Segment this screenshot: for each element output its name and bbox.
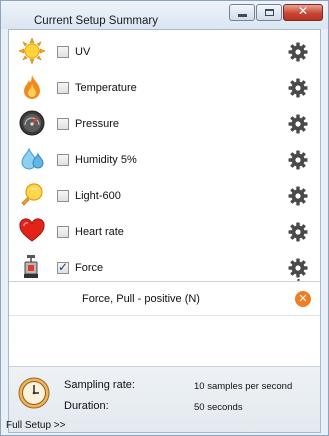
channel-label: Force, Pull - positive (N) [82, 293, 200, 305]
minimize-icon [238, 14, 247, 17]
gear-icon[interactable] [288, 186, 308, 206]
maximize-button[interactable] [256, 4, 282, 21]
light-label: Light-600 [75, 190, 121, 202]
force-label: Force [75, 262, 104, 274]
water-drops-icon [21, 147, 44, 170]
light-bulb-icon [21, 183, 43, 206]
remove-channel-button[interactable]: ✕ [295, 291, 311, 307]
force-sensor-icon [24, 255, 38, 278]
channel-row[interactable]: Force, Pull - positive (N) ✕ [9, 282, 320, 316]
clock-icon[interactable] [18, 377, 50, 409]
force-checkbox[interactable] [57, 260, 69, 274]
sampling-rate-value: 10 samples per second [194, 381, 293, 392]
gauge-icon [19, 110, 45, 136]
sensor-row-pressure: Pressure [9, 106, 320, 142]
temperature-label: Temperature [75, 82, 137, 94]
heart-rate-label: Heart rate [75, 226, 124, 238]
sensor-row-temperature: Temperature [9, 70, 320, 106]
sensor-row-humidity: Humidity 5% [9, 142, 320, 178]
flame-icon [24, 75, 40, 99]
setup-summary-window: Current Setup Summary ✕ UV Temperature P… [0, 0, 329, 436]
pressure-checkbox[interactable] [57, 118, 69, 130]
gear-icon[interactable] [288, 114, 308, 134]
gear-icon[interactable] [288, 150, 308, 170]
close-icon: ✕ [297, 4, 309, 18]
channel-list: Force, Pull - positive (N) ✕ [9, 281, 320, 367]
uv-checkbox[interactable] [57, 46, 69, 58]
heart-icon [19, 218, 45, 242]
close-button[interactable]: ✕ [283, 4, 323, 21]
window-controls: ✕ [228, 4, 323, 21]
window-title: Current Setup Summary [34, 15, 158, 27]
gear-icon[interactable] [288, 222, 308, 242]
gear-icon[interactable] [288, 258, 308, 278]
sun-icon [19, 38, 45, 64]
light-checkbox[interactable] [57, 190, 69, 202]
sampling-rate-label: Sampling rate: [64, 379, 135, 391]
pressure-label: Pressure [75, 118, 120, 130]
client-area: UV Temperature Pressure Humidity 5% Ligh… [8, 29, 321, 433]
title-bar[interactable]: Current Setup Summary ✕ [1, 1, 328, 29]
gear-icon[interactable] [288, 78, 308, 98]
humidity-label: Humidity 5% [75, 154, 137, 166]
duration-label: Duration: [64, 400, 109, 412]
temperature-checkbox[interactable] [57, 82, 69, 94]
sensor-row-uv: UV [9, 34, 320, 70]
duration-value: 50 seconds [194, 402, 243, 413]
gear-icon[interactable] [288, 42, 308, 62]
sensor-row-heart-rate: Heart rate [9, 214, 320, 250]
heart-rate-checkbox[interactable] [57, 226, 69, 238]
minimize-button[interactable] [229, 4, 255, 21]
maximize-icon [265, 9, 274, 16]
humidity-checkbox[interactable] [57, 154, 69, 166]
full-setup-link[interactable]: Full Setup >> [6, 420, 65, 431]
uv-label: UV [75, 46, 91, 58]
sensor-row-light: Light-600 [9, 178, 320, 214]
